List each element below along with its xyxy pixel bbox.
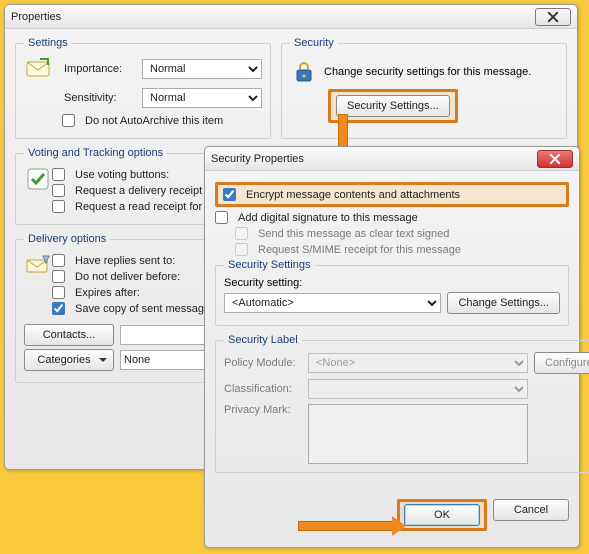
sensitivity-select[interactable]: Normal — [142, 88, 262, 108]
encrypt-highlight: Encrypt message contents and attachments — [215, 182, 569, 207]
cleartext-checkbox — [235, 227, 248, 240]
close-button[interactable] — [537, 150, 573, 168]
security-setting-select[interactable]: <Automatic> — [224, 293, 441, 313]
categories-button[interactable]: Categories — [24, 349, 114, 371]
read-receipt-checkbox[interactable] — [52, 200, 65, 213]
encrypt-label: Encrypt message contents and attachments — [246, 189, 460, 201]
settings-icon — [24, 55, 52, 83]
close-icon — [549, 153, 561, 165]
autoarchive-checkbox[interactable] — [62, 114, 75, 127]
importance-select[interactable]: Normal — [142, 59, 262, 79]
no-deliver-checkbox[interactable] — [52, 270, 65, 283]
properties-title: Properties — [11, 11, 535, 23]
configure-button: Configure... — [534, 352, 589, 374]
voting-legend: Voting and Tracking options — [24, 147, 167, 159]
replies-checkbox[interactable] — [52, 254, 65, 267]
close-button[interactable] — [535, 8, 571, 26]
replies-label: Have replies sent to: — [75, 255, 175, 267]
secprops-titlebar: Security Properties — [205, 147, 579, 171]
sensitivity-label: Sensitivity: — [64, 92, 142, 104]
policy-module-select: <None> — [308, 353, 528, 373]
contacts-button[interactable]: Contacts... — [24, 324, 114, 346]
callout-arrow-2 — [298, 521, 394, 531]
expires-checkbox[interactable] — [52, 286, 65, 299]
delivery-receipt-checkbox[interactable] — [52, 184, 65, 197]
security-settings-legend: Security Settings — [224, 259, 315, 271]
smime-label: Request S/MIME receipt for this message — [258, 244, 461, 256]
smime-checkbox — [235, 243, 248, 256]
change-settings-button[interactable]: Change Settings... — [447, 292, 560, 314]
settings-group: Settings Importance: Normal Sensitivity:… — [15, 37, 271, 139]
no-deliver-label: Do not deliver before: — [75, 271, 180, 283]
privacy-mark-label: Privacy Mark: — [224, 404, 302, 416]
autoarchive-label: Do not AutoArchive this item — [85, 115, 223, 127]
classification-label: Classification: — [224, 383, 302, 395]
ok-button[interactable]: OK — [404, 504, 480, 526]
security-settings-group: Security Settings Security setting: <Aut… — [215, 259, 569, 326]
settings-legend: Settings — [24, 37, 72, 49]
security-group: Security Change security settings for th… — [281, 37, 567, 139]
security-setting-label: Security setting: — [224, 277, 560, 289]
encrypt-checkbox[interactable] — [223, 188, 236, 201]
delivery-icon — [24, 251, 52, 279]
properties-titlebar: Properties — [5, 5, 577, 29]
padlock-icon — [290, 58, 318, 86]
use-voting-label: Use voting buttons: — [75, 169, 169, 181]
save-copy-checkbox[interactable] — [52, 302, 65, 315]
security-properties-window: Security Properties Encrypt message cont… — [204, 146, 580, 548]
sign-checkbox[interactable] — [215, 211, 228, 224]
secprops-title: Security Properties — [211, 153, 537, 165]
delivery-legend: Delivery options — [24, 233, 110, 245]
privacy-mark-field — [308, 404, 528, 464]
security-settings-button[interactable]: Security Settings... — [336, 95, 450, 117]
close-icon — [547, 11, 559, 23]
classification-select — [308, 379, 528, 399]
security-label-group: Security Label Policy Module: <None> Con… — [215, 334, 589, 473]
sign-label: Add digital signature to this message — [238, 212, 418, 224]
cleartext-label: Send this message as clear text signed — [258, 228, 449, 240]
security-legend: Security — [290, 37, 338, 49]
security-label-legend: Security Label — [224, 334, 302, 346]
security-desc: Change security settings for this messag… — [324, 66, 531, 78]
save-copy-label: Save copy of sent message — [75, 303, 210, 315]
policy-module-label: Policy Module: — [224, 357, 302, 369]
expires-label: Expires after: — [75, 287, 140, 299]
use-voting-checkbox[interactable] — [52, 168, 65, 181]
importance-label: Importance: — [64, 63, 142, 75]
voting-icon — [24, 165, 52, 193]
arrow-right-icon — [392, 516, 406, 536]
cancel-button[interactable]: Cancel — [493, 499, 569, 521]
